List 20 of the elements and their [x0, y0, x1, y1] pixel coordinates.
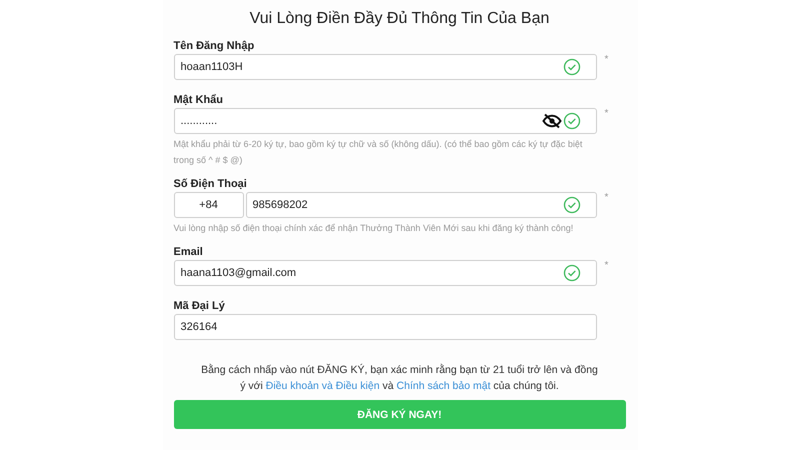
input-field[interactable]: hoaan1103H [174, 54, 596, 80]
terms-text: Bằng cách nhấp vào nút ĐĂNG KÝ, bạn xác minh rằng bạn từ 21 tuổi trở lên và đồng ý với Điều khoản và Điều kiện và Chính sách bảo mật của chúng tôi. [200, 362, 599, 394]
country-code-field[interactable]: +84 [174, 192, 244, 218]
input-field[interactable]: haana1103@gmail.com [174, 260, 596, 286]
field-label: Số Điện Thoại [174, 178, 247, 190]
password-field[interactable]: ............ [174, 108, 596, 134]
field-label: Tên Đăng Nhập [174, 40, 254, 52]
required-mark: * [604, 260, 610, 271]
required-mark: * [604, 54, 610, 65]
field-hint: Mật khẩu phải từ 6-20 ký tự, bao gồm ký tự chữ và số (không dấu). (có thể bao gồm các ký tự đặc biệt trong số ^ # $ @) [174, 138, 584, 167]
phone-field[interactable]: 985698202 [246, 192, 596, 218]
field-label: Mật Khẩu [174, 94, 223, 106]
form-title: Vui Lòng Điền Đầy Đủ Thông Tin Của Bạn [248, 10, 550, 28]
input-field[interactable]: 326164 [174, 314, 596, 340]
field-hint: Vui lòng nhập số điện thoại chính xác để nhận Thưởng Thành Viên Mới sau khi đăng ký thành công! [174, 222, 574, 235]
field-label: Email [174, 246, 203, 258]
required-mark: * [604, 192, 610, 203]
required-mark: * [604, 108, 610, 119]
hidden-eye-icon[interactable] [542, 113, 562, 129]
field-label: Mã Đại Lý [174, 300, 225, 312]
